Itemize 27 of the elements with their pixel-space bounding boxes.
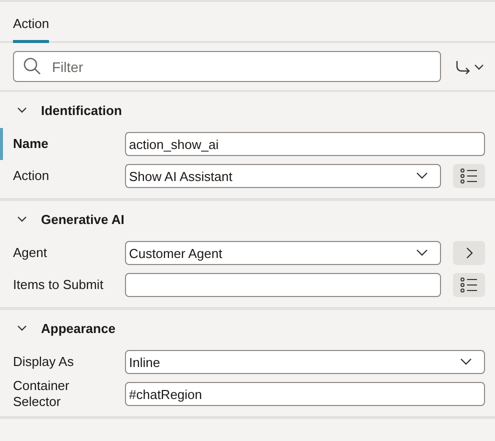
select-field[interactable]: Customer Agent [125, 241, 441, 265]
field-label: Agent [13, 245, 48, 261]
field-label: Name [13, 136, 50, 152]
section-title: Generative AI [41, 212, 124, 226]
section-title: Identification [41, 102, 122, 118]
section-title: Appearance [41, 320, 116, 336]
navigate-button[interactable] [455, 60, 485, 74]
filter-field[interactable]: Filter [13, 51, 441, 82]
list-icon [460, 168, 478, 184]
field-label: Action [13, 168, 50, 184]
field-label: Items to Submit [13, 277, 104, 293]
text-field[interactable]: action_show_ai [125, 132, 485, 156]
text-field[interactable]: #chatRegion [125, 382, 485, 406]
list-button[interactable] [453, 273, 485, 297]
field-label: Container Selector [13, 378, 70, 410]
list-button[interactable] [453, 164, 485, 188]
text-field[interactable] [125, 273, 441, 297]
select-field[interactable]: Show AI Assistant [125, 164, 441, 188]
select-field[interactable]: Inline [125, 350, 485, 374]
chevron-right-icon [465, 247, 473, 259]
dropdown-caret-icon [460, 358, 472, 366]
list-icon [460, 277, 478, 293]
tab[interactable]: Action [13, 16, 50, 43]
dropdown-caret-icon [416, 249, 428, 257]
field-label: Display As [13, 354, 75, 370]
dropdown-caret-icon [416, 172, 428, 180]
search-icon [23, 57, 41, 75]
